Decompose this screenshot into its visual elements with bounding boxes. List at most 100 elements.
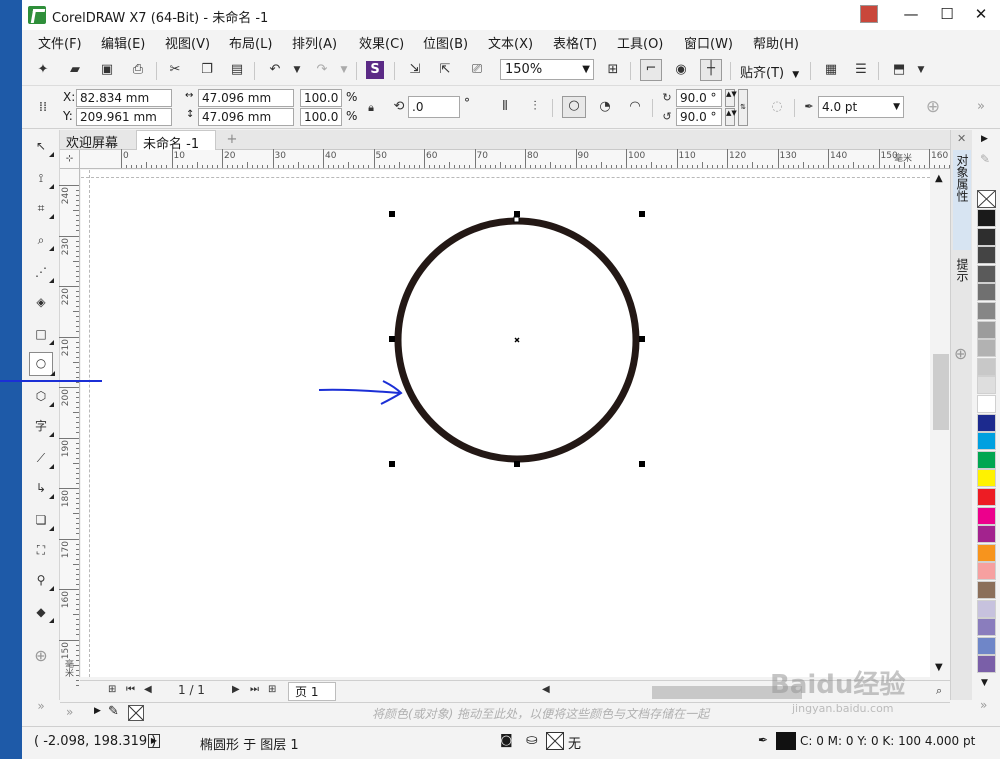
last-page-icon[interactable]: ⏭ (250, 684, 259, 695)
vertical-scrollbar[interactable]: ▲ ▼ (930, 170, 950, 677)
object-height-input[interactable]: 47.096 mm (198, 108, 294, 126)
menu-tools[interactable]: 工具(O) (617, 33, 663, 52)
direction-icon[interactable]: ◌ (768, 98, 786, 116)
corel-connect-icon[interactable]: S (366, 61, 384, 79)
new-tab-button[interactable]: + (220, 130, 244, 150)
swap-angle-button[interactable]: ⇅ (738, 89, 748, 126)
menu-file[interactable]: 文件(F) (38, 33, 82, 52)
palette-color-swatch[interactable] (977, 339, 996, 358)
scale-width-input[interactable]: 100.0 (300, 89, 342, 107)
ellipse-tool-icon[interactable]: ○ (29, 352, 55, 376)
palette-color-swatch[interactable] (977, 246, 996, 265)
insert-page-after-icon[interactable]: ⊞ (268, 684, 276, 695)
freehand-tool-icon[interactable]: ⋰ (31, 262, 54, 283)
menu-arrange[interactable]: 排列(A) (292, 33, 337, 52)
import-icon[interactable]: ⇲ (406, 61, 424, 79)
palette-color-swatch[interactable] (977, 655, 996, 674)
maximize-button[interactable]: ☐ (930, 2, 964, 26)
selection-handle[interactable] (514, 461, 520, 467)
pick-tool-icon[interactable]: ↖ (31, 136, 54, 157)
transparency-tool-icon[interactable]: ⛶ (31, 540, 51, 560)
docker-tab-object-properties[interactable]: 对象属性 (953, 150, 971, 250)
palette-color-swatch[interactable] (977, 320, 996, 339)
navigator-zoom-icon[interactable]: ⌕ (936, 684, 942, 698)
selection-handle[interactable] (389, 211, 395, 217)
redo-icon[interactable]: ↷ (313, 61, 331, 79)
palette-more-icon[interactable]: » (66, 705, 73, 719)
menu-effects[interactable]: 效果(C) (359, 33, 404, 52)
menu-window[interactable]: 窗口(W) (684, 33, 733, 52)
welcome-screen-icon[interactable]: ▦ (822, 61, 840, 79)
palette-color-swatch[interactable] (977, 488, 996, 506)
menu-table[interactable]: 表格(T) (553, 33, 597, 52)
palette-color-swatch[interactable] (977, 562, 996, 581)
selection-handle[interactable] (389, 461, 395, 467)
palette-color-swatch[interactable] (977, 302, 996, 320)
start-angle-input[interactable]: 90.0 ° (676, 89, 722, 107)
palette-color-swatch[interactable] (977, 581, 996, 599)
color-proof-icon[interactable]: ◙ (500, 733, 513, 748)
palette-color-swatch[interactable] (977, 376, 996, 395)
ellipse-mode-icon[interactable]: ○ (562, 96, 586, 118)
palette-color-swatch[interactable] (977, 543, 996, 562)
palette-color-swatch[interactable] (977, 525, 996, 544)
palette-color-swatch[interactable] (977, 227, 996, 246)
open-folder-icon[interactable]: ▰ (66, 61, 84, 79)
publish-pdf-icon[interactable]: ⎚ (468, 61, 486, 79)
user-avatar[interactable] (860, 5, 878, 23)
palette-color-swatch[interactable] (977, 618, 996, 637)
undo-dropdown-icon[interactable]: ▼ (288, 61, 306, 79)
rectangle-tool-icon[interactable]: □ (31, 324, 54, 345)
application-launcher-icon[interactable]: ⬒ (890, 61, 908, 79)
paste-icon[interactable]: ▤ (228, 61, 246, 79)
no-color-swatch[interactable] (128, 705, 144, 721)
scroll-left-icon[interactable]: ◀ (542, 684, 550, 695)
docker-add-icon[interactable]: ⊕ (954, 344, 967, 363)
palette-color-swatch[interactable] (977, 283, 996, 302)
mirror-horizontal-icon[interactable]: ⫴ (496, 98, 514, 116)
vertical-ruler[interactable]: 240 230 220 210 200 190 180 170 160 150 毫米 (59, 169, 80, 686)
print-icon[interactable]: ⎙ (129, 61, 147, 79)
selection-handle[interactable] (639, 461, 645, 467)
palette-scroll-up-icon[interactable]: ▶ (981, 134, 988, 144)
close-button[interactable]: ✕ (964, 2, 998, 26)
horizontal-ruler[interactable]: 毫米 0 10 20 30 40 50 60 70 80 90 100 110 120 130 140 150… (80, 149, 976, 169)
vertical-scroll-thumb[interactable] (933, 354, 949, 430)
save-icon[interactable]: ▣ (98, 61, 116, 79)
end-angle-spinner[interactable]: ▲▼ (725, 108, 737, 126)
connector-tool-icon[interactable]: ↳ (31, 478, 54, 499)
object-origin-icon[interactable]: ⁞⁞ (34, 99, 52, 117)
y-position-input[interactable]: 209.961 mm (76, 108, 172, 126)
end-angle-input[interactable]: 90.0 ° (676, 108, 722, 126)
crop-tool-icon[interactable]: ⌗ (31, 198, 54, 219)
redo-dropdown-icon[interactable]: ▼ (335, 61, 353, 79)
mirror-vertical-icon[interactable]: ⫶ (526, 98, 544, 116)
next-page-icon[interactable]: ▶ (232, 684, 240, 695)
cut-icon[interactable]: ✂ (166, 61, 184, 79)
palette-color-swatch[interactable] (977, 636, 996, 655)
palette-color-swatch[interactable] (977, 432, 996, 451)
drop-shadow-tool-icon[interactable]: ❏ (31, 510, 54, 531)
shape-tool-icon[interactable]: ⟟ (31, 168, 54, 189)
menu-layout[interactable]: 布局(L) (229, 33, 272, 52)
export-icon[interactable]: ⇱ (436, 61, 454, 79)
start-angle-spinner[interactable]: ▲▼ (725, 89, 737, 107)
palette-scroll-down-icon[interactable]: ▼ (981, 678, 988, 688)
docker-tab-hints[interactable]: 提示 (953, 254, 971, 310)
undo-icon[interactable]: ↶ (266, 61, 284, 79)
selection-handle[interactable] (389, 336, 395, 342)
add-tool-icon[interactable]: ⊕ (31, 646, 51, 666)
scroll-down-icon[interactable]: ▼ (935, 662, 943, 673)
palette-eyedropper-icon[interactable]: ✎ (980, 152, 990, 166)
new-document-icon[interactable]: ✦ (34, 61, 52, 79)
drawing-canvas[interactable] (81, 170, 950, 677)
palette-color-swatch[interactable] (977, 357, 996, 376)
text-tool-icon[interactable]: 字 (31, 416, 54, 437)
tab-welcome-screen[interactable]: 欢迎屏幕 (60, 130, 124, 151)
palette-color-swatch[interactable] (977, 469, 996, 488)
fill-bucket-icon[interactable]: ⛀ (526, 732, 538, 748)
polygon-tool-icon[interactable]: ⬡ (31, 386, 54, 407)
show-rulers-icon[interactable]: ⌐ (640, 59, 662, 81)
options-icon[interactable]: ☰ (852, 61, 870, 79)
menu-help[interactable]: 帮助(H) (753, 33, 799, 52)
